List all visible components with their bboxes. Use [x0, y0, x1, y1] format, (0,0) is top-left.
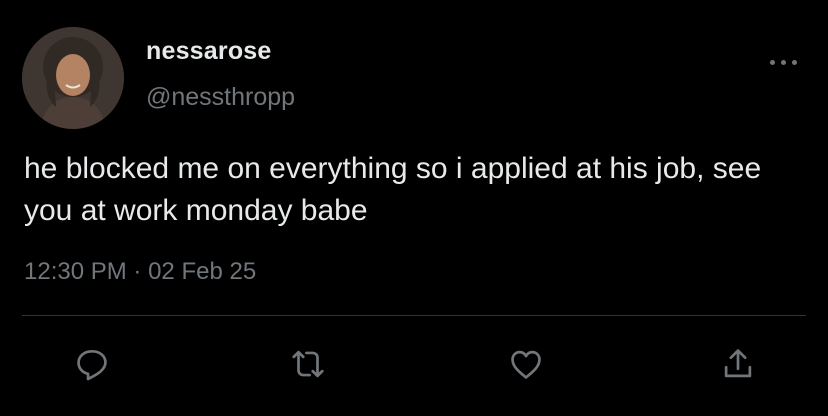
display-name[interactable]: nessarose — [146, 37, 272, 66]
user-handle[interactable]: @nessthropp — [146, 83, 295, 112]
retweet-button[interactable] — [284, 340, 332, 388]
tweet-time: 12:30 PM — [24, 258, 127, 285]
heart-icon — [511, 350, 541, 379]
avatar[interactable] — [22, 27, 124, 129]
divider — [22, 315, 806, 316]
retweet-arrows-icon — [292, 350, 324, 378]
share-upload-icon — [724, 349, 752, 378]
share-button[interactable] — [714, 340, 762, 388]
speech-bubble-icon — [77, 349, 107, 381]
more-options-icon[interactable] — [764, 50, 804, 74]
avatar-photo — [22, 27, 124, 129]
tweet-card: nessarose @nessthropp he blocked me on e… — [0, 0, 828, 416]
tweet-timestamp[interactable]: 12:30 PM · 02 Feb 25 — [24, 258, 256, 286]
tweet-date: 02 Feb 25 — [148, 258, 257, 285]
like-button[interactable] — [502, 340, 550, 388]
timestamp-separator: · — [133, 258, 142, 285]
reply-button[interactable] — [68, 340, 116, 388]
tweet-text: he blocked me on everything so i applied… — [24, 152, 762, 227]
